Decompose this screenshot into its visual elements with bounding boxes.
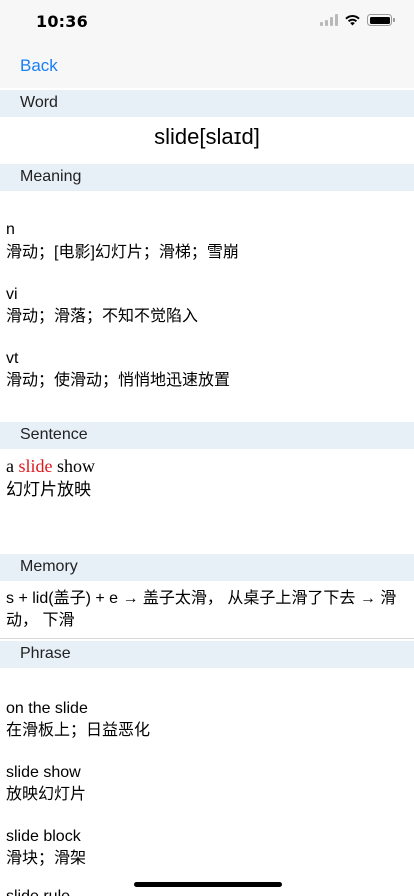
back-button[interactable]: Back	[20, 56, 58, 76]
example-sentence: a slide show	[6, 455, 95, 477]
phrase-text: slide block	[6, 828, 81, 845]
section-title-phrase: Phrase	[20, 645, 71, 662]
phrase-text: on the slide	[6, 700, 88, 717]
headword: slide[slaɪd]	[154, 124, 260, 149]
section-title-memory: Memory	[20, 558, 78, 575]
meaning-pos: vi	[6, 286, 18, 303]
section-header-sentence: Sentence	[0, 422, 414, 449]
phrase-text: slide show	[6, 764, 81, 781]
phrase-translation: 滑块；滑架	[6, 850, 87, 867]
phrase-translation: 在滑板上；日益恶化	[6, 722, 151, 739]
meaning-definition: 滑动；滑落；不知不觉陷入	[6, 308, 199, 325]
wifi-icon	[344, 14, 361, 26]
sentence-before: a	[6, 456, 19, 476]
phrase-text-clipped: slide rule	[6, 888, 70, 896]
section-title-meaning: Meaning	[20, 168, 82, 185]
sentence-translation: 幻灯片放映	[6, 480, 91, 499]
home-indicator[interactable]	[134, 882, 282, 887]
meaning-pos: n	[6, 221, 15, 238]
sentence-after: show	[52, 456, 96, 476]
meaning-definition: 滑动；使滑动；悄悄地迅速放置	[6, 372, 231, 389]
navigation-bar: Back	[0, 44, 414, 88]
status-bar: 10:36	[0, 0, 414, 44]
meaning-pos: vt	[6, 350, 19, 367]
cellular-signal-icon	[320, 14, 338, 26]
section-header-meaning: Meaning	[0, 164, 414, 191]
section-title-word: Word	[20, 94, 58, 111]
status-icons	[320, 14, 395, 26]
memory-text: s + lid(盖子) + e → 盖子太滑， 从桌子上滑了下去 → 滑动， 下…	[6, 590, 397, 629]
status-time: 10:36	[36, 12, 88, 31]
battery-icon	[367, 14, 395, 26]
section-header-word: Word	[0, 90, 414, 117]
section-header-memory: Memory	[0, 554, 414, 581]
phrase-translation: 放映幻灯片	[6, 786, 87, 803]
meaning-definition: 滑动；[电影]幻灯片；滑梯；雪崩	[6, 244, 239, 261]
divider	[0, 638, 414, 639]
sentence-keyword: slide	[18, 456, 53, 476]
section-title-sentence: Sentence	[20, 426, 88, 443]
section-header-phrase: Phrase	[0, 641, 414, 668]
